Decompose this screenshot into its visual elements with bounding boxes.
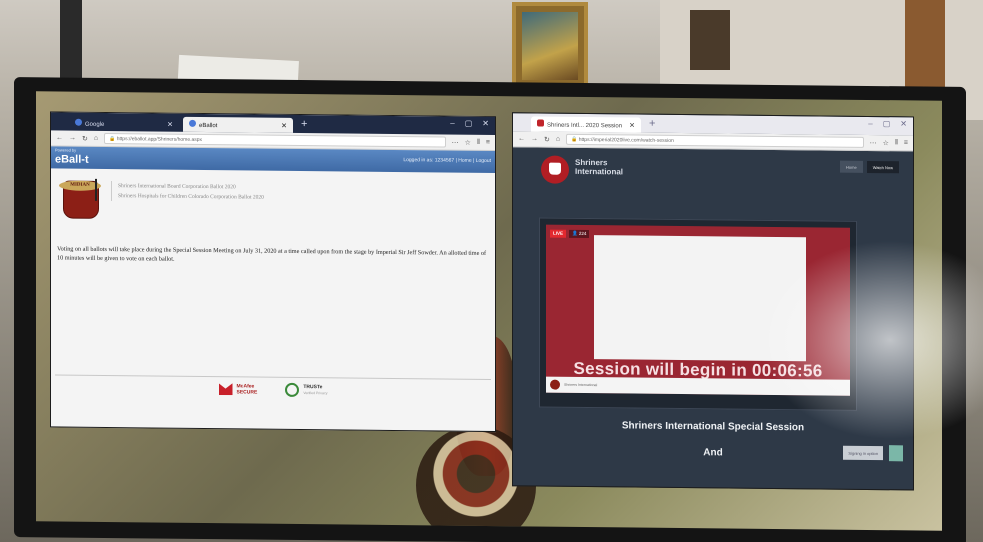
minimize-icon[interactable]: – [450,119,454,128]
organization-row: MIDIAN Shriners International Board Corp… [57,176,489,227]
wall-picture [512,2,588,90]
signin-button[interactable]: Signing in option [843,445,883,461]
eballot-icon [189,119,196,127]
library-icon[interactable]: ⫴ [477,138,480,146]
back-icon[interactable]: ← [56,134,63,141]
shriners-icon [537,119,544,127]
browser-window-eballot: Google ✕ eBallot ✕ + – ▢ ✕ ← → ↻ ⌂ 🔒 htt… [50,111,496,433]
video-info-bar: Shriners International [546,376,850,396]
voting-instructions: Voting on all ballots will take place du… [57,245,487,263]
browser-window-shriners: Shriners Intl... 2020 Session ✕ + – ▢ ✕ … [512,112,914,491]
channel-avatar [550,379,560,390]
reload-icon[interactable]: ↻ [82,134,88,142]
close-window-icon[interactable]: ✕ [482,119,489,128]
address-bar[interactable]: 🔒 https://imperial2020live.com/watch-ses… [566,133,864,148]
bookmark-icon[interactable]: ☆ [883,139,889,147]
home-icon[interactable]: ⌂ [94,135,98,142]
mcafee-icon [219,383,233,395]
session-title: Shriners International Special Session [621,420,805,434]
viewer-count: 👤 224 [569,229,590,239]
midian-fez-logo: MIDIAN [57,176,103,222]
shriners-header: Shriners International Home Watch Now [513,147,913,201]
library-icon[interactable]: ⫴ [895,139,898,147]
more-icon[interactable]: ⋯ [870,138,877,146]
menu-icon[interactable]: ≡ [904,139,908,147]
eballot-header: Powered by eBall-t Logged in as: 1234567… [51,146,495,174]
bookmark-icon[interactable]: ☆ [465,138,471,146]
ballot-link[interactable]: Shriners Hospitals for Children Colorado… [118,191,264,203]
window-controls: – ▢ ✕ [450,119,489,128]
powered-by-label: Powered by [55,147,77,153]
live-badge: LIVE 👤 224 [550,229,590,239]
shriners-logo[interactable] [541,155,569,184]
video-player[interactable]: LIVE 👤 224 Session will begin in 00:06:5… [539,217,857,411]
google-icon [75,118,82,126]
maximize-icon[interactable]: ▢ [465,119,473,128]
tab-eballot[interactable]: eBallot ✕ [183,116,293,133]
forward-icon[interactable]: → [531,135,538,142]
close-icon[interactable]: ✕ [167,120,173,128]
background-object [60,0,82,90]
org-name: Shriners International [575,157,624,177]
ballot-list: Shriners International Board Corporation… [111,181,264,203]
monitor: Google ✕ eBallot ✕ + – ▢ ✕ ← → ↻ ⌂ 🔒 htt… [14,77,966,542]
close-window-icon[interactable]: ✕ [900,119,907,128]
back-icon[interactable]: ← [518,135,525,142]
close-icon[interactable]: ✕ [629,121,635,129]
maximize-icon[interactable]: ▢ [883,119,891,128]
eballot-content: MIDIAN Shriners International Board Corp… [51,168,495,275]
home-button[interactable]: Home [840,160,863,173]
forward-icon[interactable]: → [69,135,76,142]
lock-icon: 🔒 [571,136,579,143]
truste-icon [285,382,300,398]
user-icon: 👤 [572,230,579,236]
window-controls: – ▢ ✕ [868,119,907,128]
tab-shriners-session[interactable]: Shriners Intl... 2020 Session ✕ [531,116,641,133]
minimize-icon[interactable]: – [868,119,872,128]
new-tab-button[interactable]: + [645,118,659,130]
home-icon[interactable]: ⌂ [556,136,560,143]
header-links[interactable]: Logged in as: 1234567 | Home | Logout [403,157,491,164]
address-bar[interactable]: 🔒 https://eballot.app/Shriners/home.aspx [104,132,446,148]
shelf [690,10,730,70]
desktop-screen: Google ✕ eBallot ✕ + – ▢ ✕ ← → ↻ ⌂ 🔒 htt… [36,91,942,531]
trust-badges: McAfee SECURE TRUSTe Verified Privacy [51,380,495,399]
video-screen [594,235,806,362]
video-frame[interactable]: LIVE 👤 224 Session will begin in 00:06:5… [546,224,850,396]
new-tab-button[interactable]: + [297,118,311,130]
channel-name: Shriners International [564,382,598,388]
truste-badge[interactable]: TRUSTe Verified Privacy [285,382,327,398]
close-icon[interactable]: ✕ [281,121,287,129]
eballot-logo[interactable]: eBall-t [55,153,89,165]
menu-icon[interactable]: ≡ [486,138,490,146]
reload-icon[interactable]: ↻ [544,135,550,143]
mcafee-badge[interactable]: McAfee SECURE [219,382,257,396]
chat-button[interactable] [889,445,903,462]
footer-divider [55,374,491,381]
more-icon[interactable]: ⋯ [452,138,459,146]
tab-google[interactable]: Google ✕ [69,116,179,132]
lock-icon: 🔒 [109,135,117,142]
watch-now-button[interactable]: Watch Now [866,160,899,174]
